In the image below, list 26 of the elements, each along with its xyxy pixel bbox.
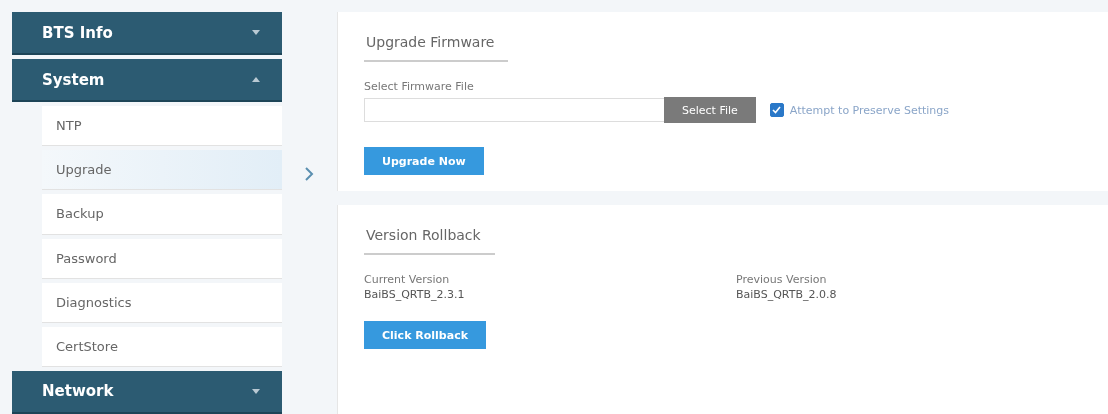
sidebar-item[interactable]: Backup (42, 194, 282, 235)
sidebar-item[interactable]: CertStore (42, 326, 282, 367)
version-value: BaiBS_QRTB_2.0.8 (736, 288, 838, 301)
upgrade-now-button[interactable]: Upgrade Now (364, 147, 484, 175)
sidebar-item[interactable]: Diagnostics (42, 282, 282, 323)
checkbox[interactable] (769, 103, 784, 117)
file-input-field[interactable] (364, 98, 664, 122)
version-label: Previous Version (736, 273, 828, 286)
checkbox-label: Attempt to Preserve Settings (789, 103, 950, 117)
version-label: Current Version (364, 273, 451, 286)
section-header[interactable]: System (12, 59, 282, 103)
version-value: BaiBS_QRTB_2.3.1 (364, 288, 466, 301)
sidebar-item[interactable]: Upgrade (42, 150, 282, 191)
caret-down-icon (251, 30, 260, 36)
caret-down-icon (251, 388, 260, 394)
section-header[interactable]: BTS Info (12, 12, 282, 56)
section-header[interactable]: Network (12, 370, 282, 414)
section-title: Version Rollback (364, 221, 495, 255)
sidebar-item[interactable]: Password (42, 238, 282, 279)
rollback-button[interactable]: Click Rollback (364, 321, 486, 349)
sidebar-item[interactable]: NTP (42, 106, 282, 147)
chevron-right-icon (304, 167, 314, 181)
section-title: Upgrade Firmware (364, 28, 509, 62)
field-label: Select Firmware File (364, 80, 475, 93)
caret-up-icon (251, 77, 260, 83)
select-file-button[interactable]: Select File (664, 97, 756, 123)
